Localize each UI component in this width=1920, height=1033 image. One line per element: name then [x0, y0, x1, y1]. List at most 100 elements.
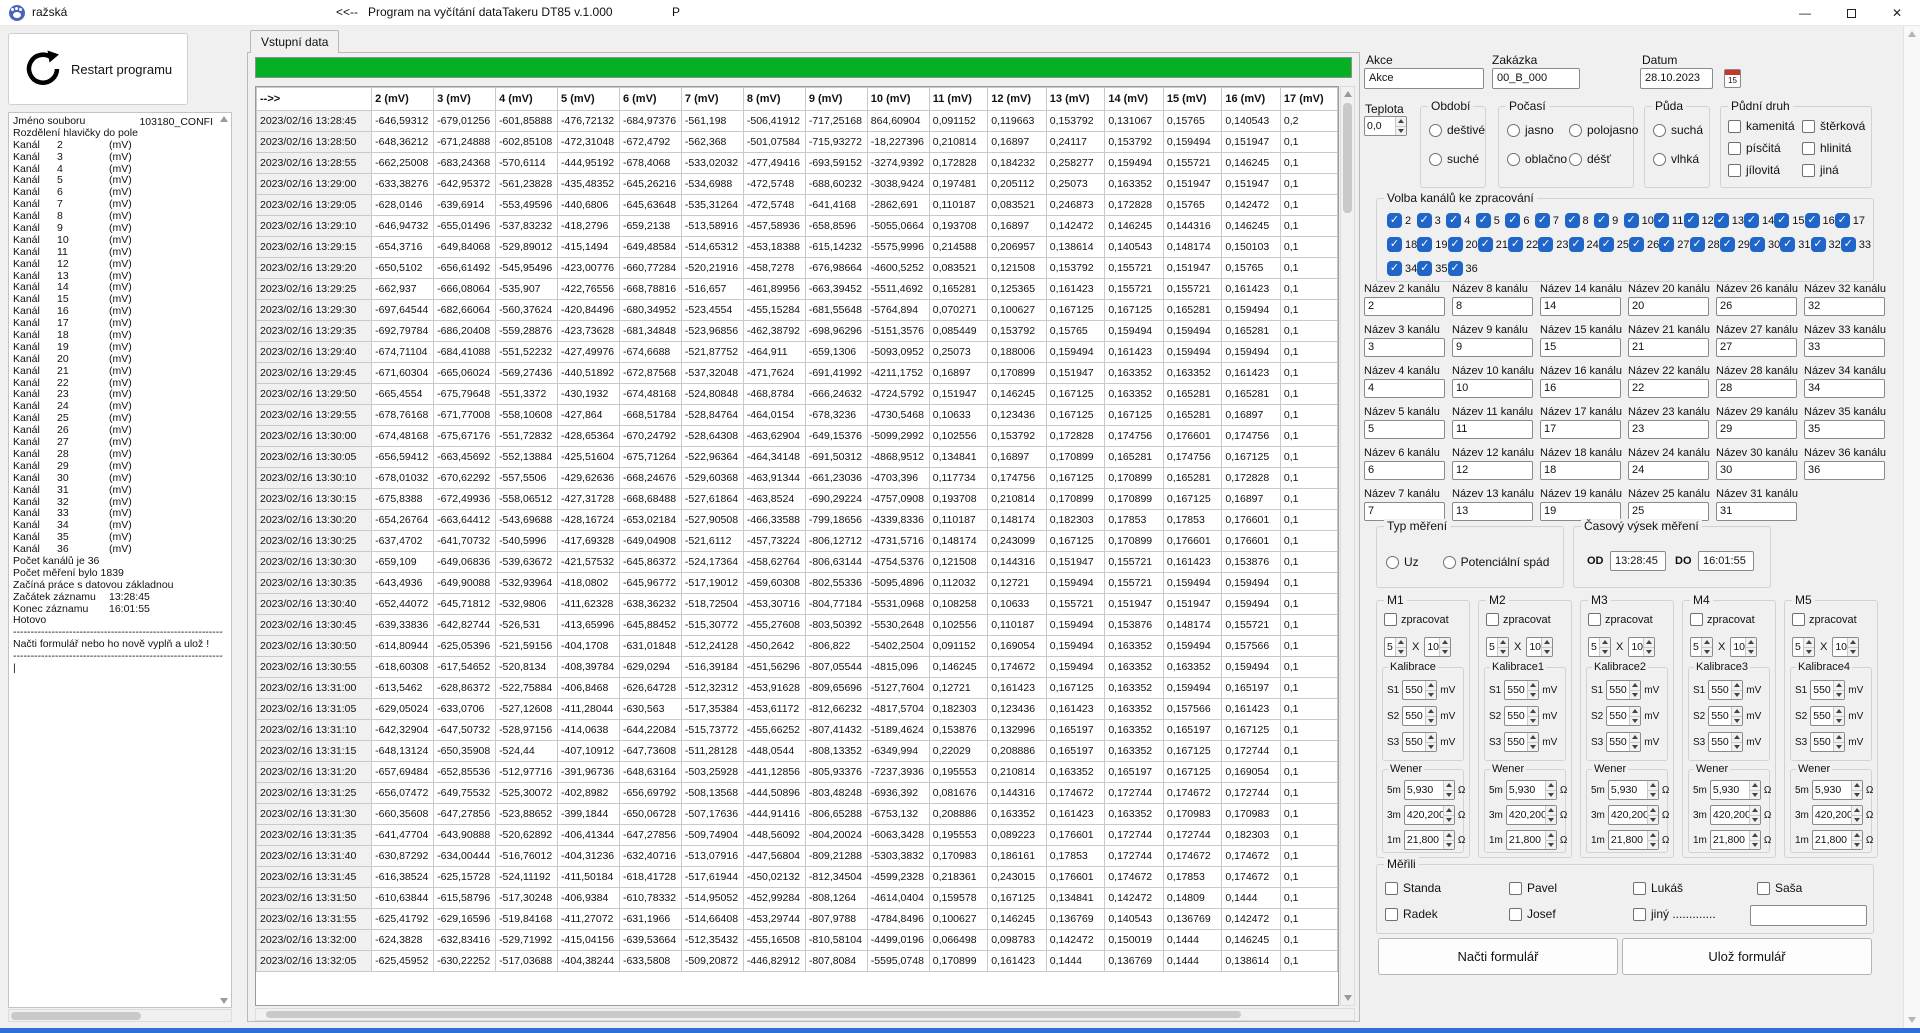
table-cell[interactable]: 0,1	[1280, 363, 1337, 384]
table-cell[interactable]: -602,85108	[496, 132, 558, 153]
mult-spinner[interactable]: 10	[1628, 637, 1655, 657]
table-cell[interactable]: 0,172744	[1105, 783, 1164, 804]
table-cell[interactable]: -659,109	[372, 552, 434, 573]
channel-checkbox-23[interactable]: ✓23	[1538, 237, 1568, 252]
table-cell[interactable]: 0,25073	[1046, 174, 1105, 195]
table-cell[interactable]: -633,38276	[372, 174, 434, 195]
spinner-up-icon[interactable]	[1426, 733, 1436, 742]
table-cell[interactable]: -440,51892	[558, 363, 620, 384]
table-cell[interactable]: -523,96856	[681, 321, 743, 342]
table-cell[interactable]: 0,112032	[929, 573, 988, 594]
table-cell[interactable]: -649,75532	[434, 783, 496, 804]
table-cell[interactable]: -545,95496	[496, 258, 558, 279]
table-cell[interactable]: 0,1	[1280, 573, 1337, 594]
channel-checkbox-8[interactable]: ✓8	[1565, 213, 1595, 228]
spinner-up-icon[interactable]	[1834, 707, 1844, 716]
table-cell[interactable]: -450,2642	[743, 636, 805, 657]
table-cell[interactable]: -417,69328	[558, 531, 620, 552]
table-cell[interactable]: -633,0706	[434, 699, 496, 720]
timestamp-cell[interactable]: 2023/02/16 13:31:25	[257, 783, 372, 804]
table-cell[interactable]: 0,146245	[988, 384, 1047, 405]
table-cell[interactable]: -649,04908	[619, 531, 681, 552]
table-cell[interactable]: 0,1	[1280, 594, 1337, 615]
table-cell[interactable]: -649,06836	[434, 552, 496, 573]
timestamp-cell[interactable]: 2023/02/16 13:30:50	[257, 636, 372, 657]
table-row[interactable]: 2023/02/16 13:29:15-654,3716-649,84068-5…	[257, 237, 1338, 258]
table-cell[interactable]: -559,28876	[496, 321, 558, 342]
spinner-up-icon[interactable]	[1546, 831, 1556, 840]
table-cell[interactable]: 0,170983	[1222, 804, 1281, 825]
table-cell[interactable]: -660,35608	[372, 804, 434, 825]
table-row[interactable]: 2023/02/16 13:30:45-639,33836-642,82744-…	[257, 615, 1338, 636]
table-cell[interactable]: -802,55336	[805, 573, 867, 594]
channel-name-input[interactable]: 29	[1716, 420, 1797, 439]
timestamp-cell[interactable]: 2023/02/16 13:29:50	[257, 384, 372, 405]
table-cell[interactable]: -662,25008	[372, 153, 434, 174]
table-cell[interactable]: 0,1	[1280, 741, 1337, 762]
channel-checkbox-25[interactable]: ✓25	[1599, 237, 1629, 252]
table-cell[interactable]: 0,159494	[1222, 300, 1281, 321]
spinner-down-icon[interactable]	[1750, 840, 1760, 850]
table-cell[interactable]: 0,16897	[988, 216, 1047, 237]
table-row[interactable]: 2023/02/16 13:31:35-641,47704-643,90888-…	[257, 825, 1338, 846]
timestamp-cell[interactable]: 2023/02/16 13:29:15	[257, 237, 372, 258]
table-cell[interactable]: -4703,396	[867, 468, 929, 489]
table-cell[interactable]: 0,155721	[1105, 573, 1164, 594]
table-cell[interactable]: 0,24117	[1046, 132, 1105, 153]
table-cell[interactable]: -674,48168	[619, 384, 681, 405]
table-row[interactable]: 2023/02/16 13:31:20-657,69484-652,85536-…	[257, 762, 1338, 783]
tab-vstupni-data[interactable]: Vstupní data	[250, 30, 339, 53]
table-cell[interactable]: -808,1264	[805, 888, 867, 909]
table-cell[interactable]: -809,65696	[805, 678, 867, 699]
spinner-down-icon[interactable]	[1546, 840, 1556, 850]
table-cell[interactable]: -448,0544	[743, 741, 805, 762]
table-cell[interactable]: -421,57532	[558, 552, 620, 573]
table-cell[interactable]: -406,41344	[558, 825, 620, 846]
table-row[interactable]: 2023/02/16 13:31:10-642,32904-647,50732-…	[257, 720, 1338, 741]
table-cell[interactable]: -653,02184	[619, 510, 681, 531]
spinner-down-icon[interactable]	[1396, 647, 1406, 657]
table-cell[interactable]: -807,05544	[805, 657, 867, 678]
wener-value-spinner[interactable]: 21,800	[1506, 830, 1557, 850]
spinner-down-icon[interactable]	[1630, 742, 1640, 752]
spinner-down-icon[interactable]	[1804, 647, 1814, 657]
table-cell[interactable]: -4211,1752	[867, 363, 929, 384]
table-cell[interactable]: -524,11192	[496, 867, 558, 888]
table-cell[interactable]: -674,71104	[372, 342, 434, 363]
spinner-down-icon[interactable]	[1834, 690, 1844, 700]
table-cell[interactable]: 0,1	[1280, 510, 1337, 531]
table-cell[interactable]: 0,153876	[929, 720, 988, 741]
table-cell[interactable]: 0,170983	[929, 846, 988, 867]
table-cell[interactable]: -717,25168	[805, 111, 867, 132]
table-cell[interactable]: -688,60232	[805, 174, 867, 195]
table-cell[interactable]: 0,197481	[929, 174, 988, 195]
table-cell[interactable]: -399,1844	[558, 804, 620, 825]
table-cell[interactable]: 0,159494	[1046, 615, 1105, 636]
timestamp-cell[interactable]: 2023/02/16 13:30:15	[257, 489, 372, 510]
column-header[interactable]: 12 (mV)	[988, 88, 1047, 111]
spinner-down-icon[interactable]	[1746, 647, 1756, 657]
channel-name-input[interactable]: 26	[1716, 297, 1797, 316]
table-cell[interactable]: 0,131067	[1105, 111, 1164, 132]
table-row[interactable]: 2023/02/16 13:30:10-678,01032-670,62292-…	[257, 468, 1338, 489]
table-cell[interactable]: 0,167125	[1163, 741, 1222, 762]
channel-name-input[interactable]: 23	[1628, 420, 1709, 439]
table-row[interactable]: 2023/02/16 13:30:50-614,80944-625,05396-…	[257, 636, 1338, 657]
table-cell[interactable]: -516,76012	[496, 846, 558, 867]
table-cell[interactable]: -451,56296	[743, 657, 805, 678]
table-cell[interactable]: 0,1	[1280, 657, 1337, 678]
channel-name-input[interactable]: 33	[1804, 338, 1885, 357]
timestamp-cell[interactable]: 2023/02/16 13:32:00	[257, 930, 372, 951]
timestamp-cell[interactable]: 2023/02/16 13:31:35	[257, 825, 372, 846]
table-cell[interactable]: 0,148174	[1163, 237, 1222, 258]
table-cell[interactable]: -444,91416	[743, 804, 805, 825]
window-vertical-scrollbar[interactable]	[1903, 26, 1920, 1028]
channel-checkbox-5[interactable]: ✓5	[1476, 213, 1506, 228]
channel-name-input[interactable]: 15	[1540, 338, 1621, 357]
table-cell[interactable]: -666,08064	[434, 279, 496, 300]
table-cell[interactable]: 0,165281	[1222, 321, 1281, 342]
table-horizontal-scrollbar[interactable]	[255, 1008, 1355, 1021]
table-cell[interactable]: -569,27436	[496, 363, 558, 384]
table-scroll-up-icon[interactable]	[1344, 91, 1352, 97]
timestamp-cell[interactable]: 2023/02/16 13:29:55	[257, 405, 372, 426]
